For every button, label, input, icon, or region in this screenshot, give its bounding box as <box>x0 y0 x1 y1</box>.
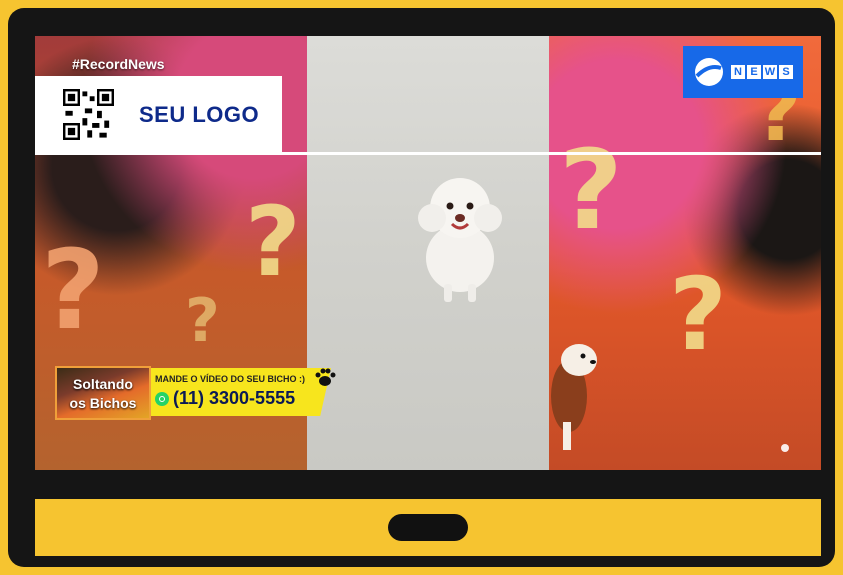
question-mark-decoration: ? <box>669 256 728 373</box>
overlay-divider-line <box>35 152 821 155</box>
news-globe-icon <box>695 58 723 86</box>
center-video-panel <box>307 36 797 470</box>
ticker-bar: MANDE O VÍDEO DO SEU BICHO :) (11) 3300-… <box>151 368 331 416</box>
ticker-phone: (11) 3300-5555 <box>173 388 296 408</box>
program-logo-line2: os Bichos <box>69 395 137 411</box>
news-wordmark: N E W S <box>731 65 793 79</box>
sponsor-logo-text: SEU LOGO <box>139 102 260 127</box>
record-news-badge: N E W S <box>683 46 803 98</box>
home-button[interactable] <box>388 514 468 541</box>
news-letter: N <box>731 65 745 79</box>
news-letter: E <box>747 65 761 79</box>
video-screen[interactable]: ? ? ? ? ? ? #RecordNews SEU LOGO N E W S… <box>35 36 821 470</box>
question-mark-decoration: ? <box>41 226 105 354</box>
paw-icon <box>315 368 336 386</box>
question-mark-decoration: ? <box>185 286 220 356</box>
watermark-dot-icon <box>781 444 789 452</box>
poodle-image <box>418 178 502 302</box>
program-logo-line1: Soltando <box>73 376 133 392</box>
right-background-panel: ? ? ? <box>549 36 821 470</box>
cartoon-dog-image <box>551 344 597 450</box>
ticker-contact: (11) 3300-5555 <box>155 388 295 409</box>
news-letter: S <box>779 65 793 79</box>
question-mark-decoration: ? <box>245 186 301 298</box>
sponsor-logo-card: SEU LOGO <box>35 76 282 152</box>
news-letter: W <box>763 65 777 79</box>
whatsapp-icon <box>155 391 169 406</box>
question-mark-decoration: ? <box>559 126 623 254</box>
ticker-prompt: MANDE O VÍDEO DO SEU BICHO :) <box>155 374 306 384</box>
mini-channel-watermark <box>781 442 809 454</box>
program-ticker: Soltando os Bichos MANDE O VÍDEO DO SEU … <box>55 366 340 422</box>
hashtag-label: #RecordNews <box>72 56 165 72</box>
qr-code-icon <box>63 89 114 140</box>
program-logo: Soltando os Bichos <box>55 366 151 420</box>
